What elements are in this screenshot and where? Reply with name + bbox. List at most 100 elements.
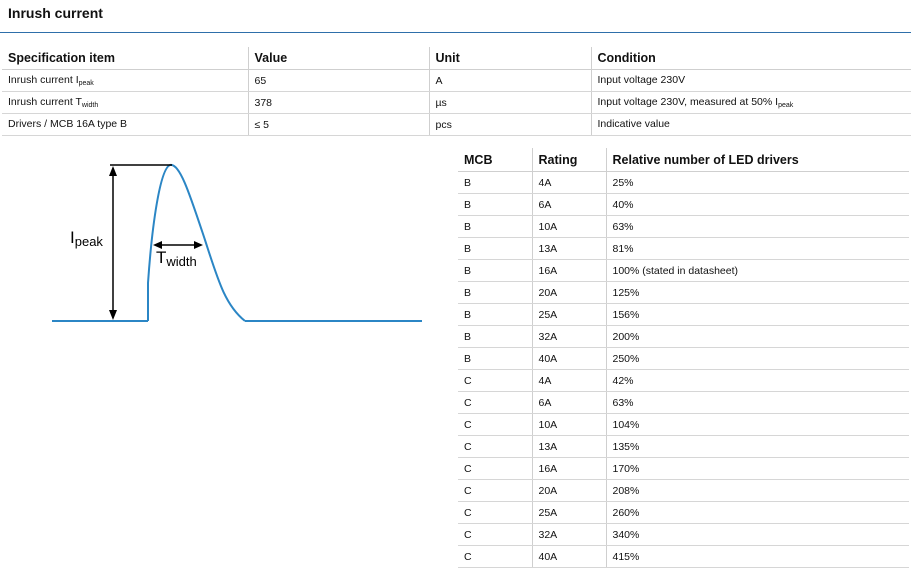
mcb-relative-drivers: 135% xyxy=(606,435,909,458)
mcb-rating: 10A xyxy=(532,215,607,238)
mcb-type: B xyxy=(458,215,533,238)
ipeak-arrowhead-bottom xyxy=(109,310,117,320)
mcb-header-rating: Rating xyxy=(532,148,607,172)
mcb-type: B xyxy=(458,259,533,282)
mcb-type: B xyxy=(458,171,533,194)
mcb-relative-drivers: 63% xyxy=(606,391,909,414)
ipeak-arrowhead-top xyxy=(109,166,117,176)
mcb-row: B 10A 63% xyxy=(458,215,909,238)
mcb-type: C xyxy=(458,369,533,392)
mcb-row: C 25A 260% xyxy=(458,501,909,524)
mcb-relative-drivers: 104% xyxy=(606,413,909,436)
mcb-row: B 16A 100% (stated in datasheet) xyxy=(458,259,909,282)
mcb-type: C xyxy=(458,523,533,546)
spec-header-value: Value xyxy=(248,47,430,70)
mcb-relative-drivers: 260% xyxy=(606,501,909,524)
mcb-row: C 13A 135% xyxy=(458,435,909,458)
mcb-relative-drivers: 170% xyxy=(606,457,909,480)
mcb-type: C xyxy=(458,479,533,502)
page-title: Inrush current xyxy=(8,5,103,21)
mcb-relative-drivers: 250% xyxy=(606,347,909,370)
mcb-row: B 40A 250% xyxy=(458,347,909,370)
mcb-rating: 25A xyxy=(532,501,607,524)
spec-value: ≤ 5 xyxy=(248,113,430,136)
spec-header-unit: Unit xyxy=(429,47,592,70)
mcb-relative-drivers: 340% xyxy=(606,523,909,546)
mcb-row: B 6A 40% xyxy=(458,193,909,216)
mcb-relative-drivers: 125% xyxy=(606,281,909,304)
mcb-rating: 4A xyxy=(532,369,607,392)
spec-row: Inrush current Ipeak 65 A Input voltage 230… xyxy=(2,69,911,92)
spec-condition: Input voltage 230V xyxy=(591,69,911,92)
mcb-row: B 25A 156% xyxy=(458,303,909,326)
mcb-rating: 4A xyxy=(532,171,607,194)
title-divider xyxy=(0,32,911,33)
mcb-type: C xyxy=(458,545,533,568)
mcb-rating: 13A xyxy=(532,435,607,458)
mcb-row: C 4A 42% xyxy=(458,369,909,392)
mcb-row: C 16A 170% xyxy=(458,457,909,480)
mcb-rating: 16A xyxy=(532,259,607,282)
spec-header-condition: Condition xyxy=(591,47,911,70)
twidth-arrowhead-right xyxy=(194,241,203,249)
mcb-type: C xyxy=(458,457,533,480)
mcb-type: B xyxy=(458,347,533,370)
mcb-relative-drivers: 415% xyxy=(606,545,909,568)
mcb-header-relative: Relative number of LED drivers xyxy=(606,148,909,172)
mcb-relative-drivers: 81% xyxy=(606,237,909,260)
mcb-rating: 6A xyxy=(532,391,607,414)
mcb-rating: 20A xyxy=(532,479,607,502)
spec-row: Drivers / MCB 16A type B ≤ 5 pcs Indicative… xyxy=(2,113,911,136)
mcb-type: B xyxy=(458,193,533,216)
spec-item: Inrush current Ipeak xyxy=(2,69,249,92)
mcb-row: B 13A 81% xyxy=(458,237,909,260)
mcb-row: C 20A 208% xyxy=(458,479,909,502)
mcb-rating: 20A xyxy=(532,281,607,304)
mcb-row: C 32A 340% xyxy=(458,523,909,546)
spec-condition: Input voltage 230V, measured at 50% Ipea… xyxy=(591,91,911,114)
mcb-type: C xyxy=(458,391,533,414)
mcb-type: C xyxy=(458,413,533,436)
spec-row: Inrush current Twidth 378 µs Input voltage … xyxy=(2,91,911,114)
mcb-type: C xyxy=(458,435,533,458)
mcb-row: C 10A 104% xyxy=(458,413,909,436)
mcb-relative-drivers: 100% (stated in datasheet) xyxy=(606,259,909,282)
mcb-rating: 40A xyxy=(532,347,607,370)
mcb-header-mcb: MCB xyxy=(458,148,533,172)
mcb-rating: 13A xyxy=(532,237,607,260)
spec-unit: pcs xyxy=(429,113,592,136)
mcb-rating: 16A xyxy=(532,457,607,480)
mcb-relative-drivers: 25% xyxy=(606,171,909,194)
spec-header-row: Specification item Value Unit Condition xyxy=(2,47,911,70)
mcb-row: B 20A 125% xyxy=(458,281,909,304)
mcb-type: C xyxy=(458,501,533,524)
ipeak-label: Ipeak xyxy=(70,228,103,249)
mcb-rating: 32A xyxy=(532,325,607,348)
mcb-rating: 40A xyxy=(532,545,607,568)
mcb-rating: 10A xyxy=(532,413,607,436)
mcb-relative-drivers: 63% xyxy=(606,215,909,238)
inrush-waveform-diagram: Ipeak Twidth xyxy=(52,164,422,322)
mcb-relative-drivers: 42% xyxy=(606,369,909,392)
mcb-rating: 25A xyxy=(532,303,607,326)
mcb-relative-drivers: 156% xyxy=(606,303,909,326)
spec-value: 378 xyxy=(248,91,430,114)
twidth-label: Twidth xyxy=(156,248,197,269)
mcb-type: B xyxy=(458,281,533,304)
mcb-table: MCB Rating Relative number of LED driver… xyxy=(458,148,909,568)
mcb-row: C 6A 63% xyxy=(458,391,909,414)
spec-value: 65 xyxy=(248,69,430,92)
mcb-rating: 32A xyxy=(532,523,607,546)
mcb-row: B 4A 25% xyxy=(458,171,909,194)
mcb-rating: 6A xyxy=(532,193,607,216)
mcb-relative-drivers: 208% xyxy=(606,479,909,502)
mcb-row: C 40A 415% xyxy=(458,545,909,568)
spec-header-item: Specification item xyxy=(2,47,249,70)
mcb-relative-drivers: 40% xyxy=(606,193,909,216)
mcb-row: B 32A 200% xyxy=(458,325,909,348)
spec-item: Drivers / MCB 16A type B xyxy=(2,113,249,136)
spec-unit: A xyxy=(429,69,592,92)
spec-condition: Indicative value xyxy=(591,113,911,136)
mcb-header-row: MCB Rating Relative number of LED driver… xyxy=(458,148,909,172)
spec-item: Inrush current Twidth xyxy=(2,91,249,114)
